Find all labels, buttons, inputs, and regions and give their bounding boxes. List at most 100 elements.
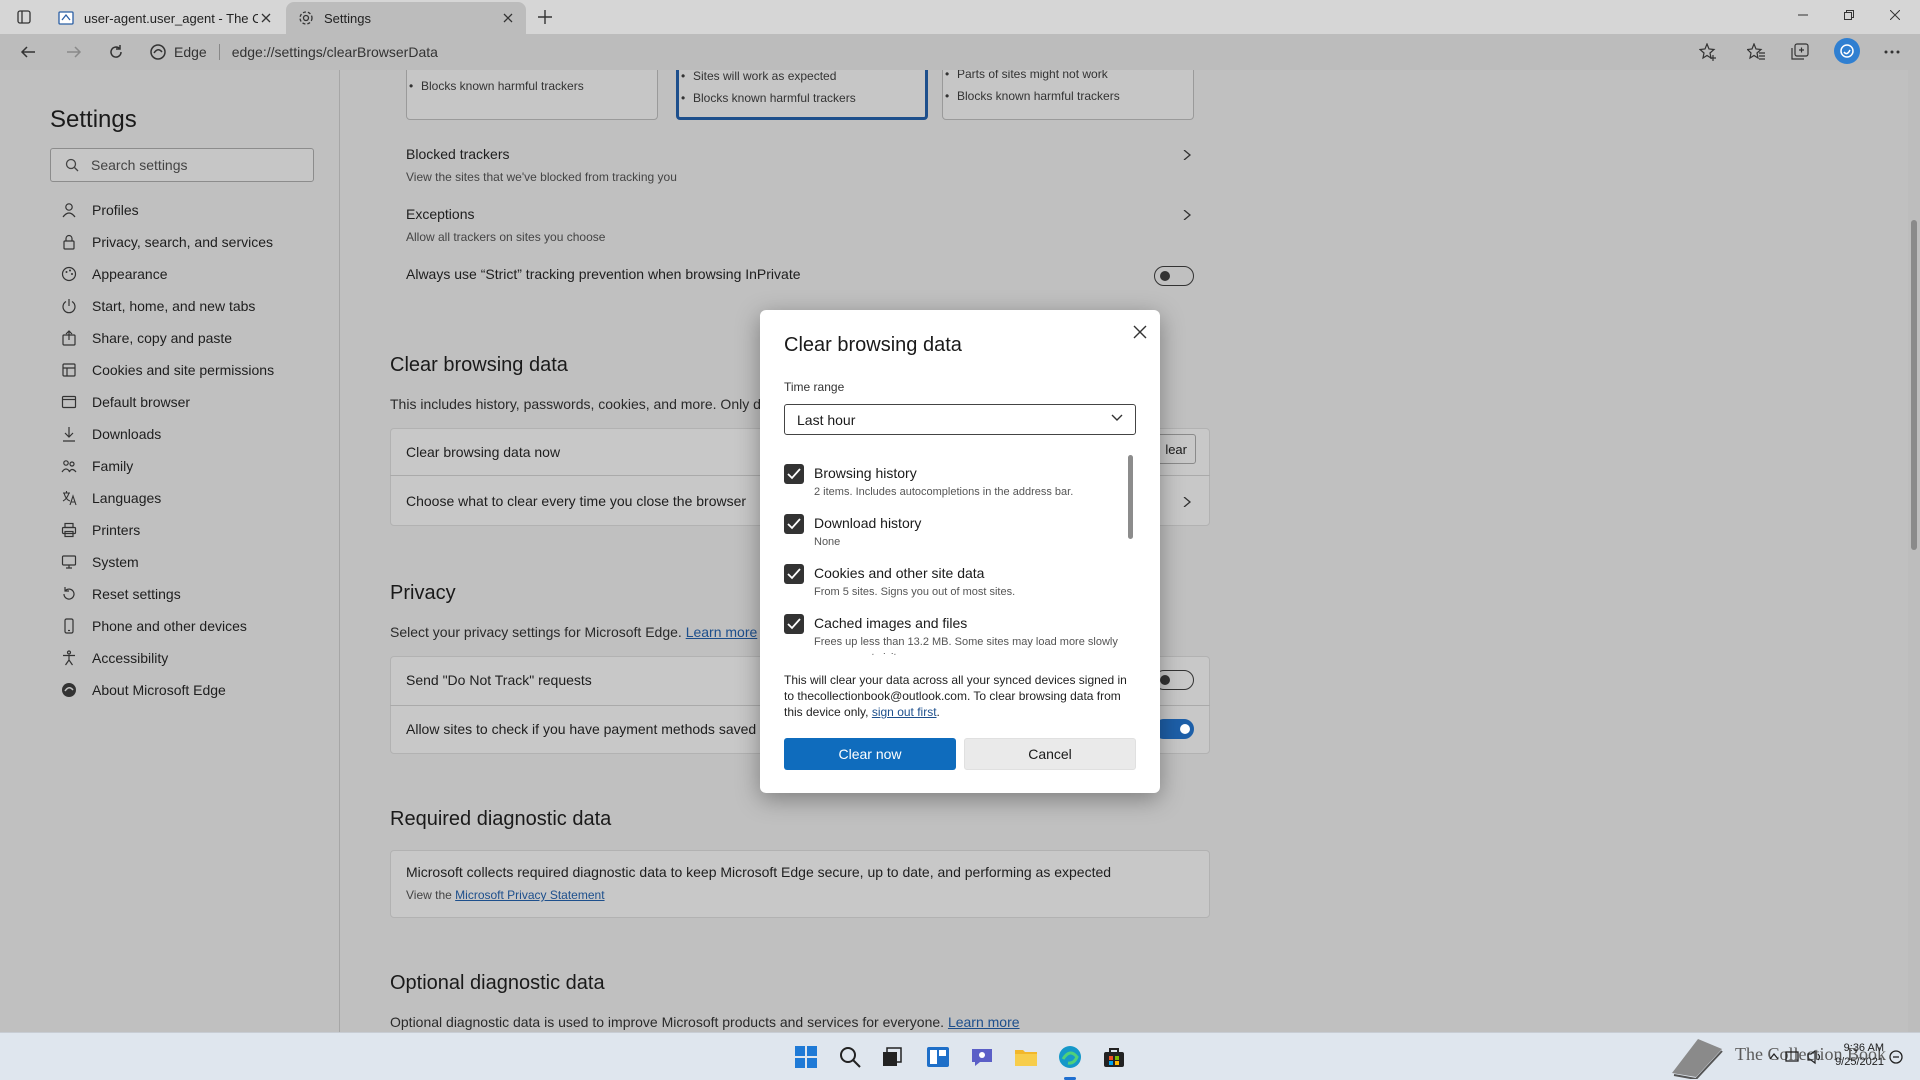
edge-icon	[150, 44, 166, 60]
clock-date: 9/25/2021	[1835, 1056, 1884, 1068]
favorites-icon[interactable]	[1742, 38, 1770, 66]
strict-inprivate-toggle[interactable]	[1154, 266, 1194, 286]
dnt-toggle[interactable]	[1154, 670, 1194, 690]
store-icon[interactable]	[1100, 1043, 1128, 1071]
cancel-button[interactable]: Cancel	[964, 738, 1136, 770]
privacy-description: Select your privacy settings for Microso…	[390, 624, 758, 640]
refresh-icon[interactable]	[102, 38, 130, 66]
languages-icon	[60, 489, 78, 507]
tracking-bullet: Blocks known harmful trackers	[407, 79, 657, 93]
sidebar-item-start-home[interactable]: Start, home, and new tabs	[60, 290, 274, 322]
blocked-trackers-subtitle: View the sites that we've blocked from t…	[406, 170, 677, 184]
option-title: Download history	[814, 515, 922, 531]
search-icon	[65, 158, 79, 172]
close-icon[interactable]	[1128, 320, 1152, 344]
system-icon	[60, 553, 78, 571]
chat-icon[interactable]	[968, 1043, 996, 1071]
tracking-option-balanced[interactable]: Sites will work as expected Blocks known …	[676, 70, 928, 120]
forward-arrow-icon[interactable]	[60, 38, 88, 66]
search-input[interactable]: Search settings	[50, 148, 314, 182]
gear-icon	[299, 11, 313, 25]
sidebar-item-accessibility[interactable]: Accessibility	[60, 642, 274, 674]
restore-icon[interactable]	[1826, 0, 1872, 30]
tab-settings[interactable]: Settings	[286, 2, 526, 34]
sidebar-item-privacy[interactable]: Privacy, search, and services	[60, 226, 274, 258]
tab-user-agent[interactable]: user-agent.user_agent - The Coll	[46, 2, 284, 34]
new-tab-icon[interactable]	[533, 5, 557, 29]
clock[interactable]: 9:36 AM 9/25/2021	[1818, 1041, 1884, 1069]
sidebar-item-reset[interactable]: Reset settings	[60, 578, 274, 610]
edge-taskbar-icon[interactable]	[1056, 1043, 1084, 1071]
close-window-icon[interactable]	[1872, 0, 1918, 30]
tab-actions-icon[interactable]	[10, 5, 38, 29]
reset-icon	[60, 585, 78, 603]
close-tab-icon[interactable]	[258, 10, 274, 26]
sidebar-item-share-copy[interactable]: Share, copy and paste	[60, 322, 274, 354]
learn-more-link[interactable]: Learn more	[948, 1014, 1020, 1030]
chevron-right-icon[interactable]	[1182, 210, 1192, 220]
chevron-right-icon[interactable]	[1182, 150, 1192, 160]
url-text[interactable]: edge://settings/clearBrowserData	[232, 44, 438, 60]
dialog-scrollbar-thumb[interactable]	[1128, 455, 1133, 539]
payment-methods-toggle[interactable]	[1154, 719, 1194, 739]
sidebar-item-cookies[interactable]: Cookies and site permissions	[60, 354, 274, 386]
option-subtitle: From 5 sites. Signs you out of most site…	[814, 586, 1016, 598]
sidebar-item-languages[interactable]: Languages	[60, 482, 274, 514]
required-diagnostic-sub: View the Microsoft Privacy Statement	[406, 888, 605, 902]
payment-methods-label: Allow sites to check if you have payment…	[406, 721, 757, 737]
sidebar-item-printers[interactable]: Printers	[60, 514, 274, 546]
privacy-statement-link[interactable]: Microsoft Privacy Statement	[455, 888, 604, 902]
time-range-select[interactable]: Last hour	[784, 404, 1136, 435]
sidebar-item-about[interactable]: About Microsoft Edge	[60, 674, 274, 706]
learn-more-link[interactable]: Learn more	[686, 624, 758, 640]
file-explorer-icon[interactable]	[1012, 1043, 1040, 1071]
close-tab-icon[interactable]	[500, 10, 516, 26]
more-options-icon[interactable]	[1878, 38, 1906, 66]
checkbox-checked[interactable]	[784, 614, 804, 634]
search-icon[interactable]	[836, 1043, 864, 1071]
tracking-option-strict[interactable]: Parts of sites might not work Blocks know…	[942, 70, 1194, 120]
appearance-icon	[60, 265, 78, 283]
tracking-bullet: Parts of sites might not work	[943, 70, 1193, 81]
sidebar-item-downloads[interactable]: Downloads	[60, 418, 274, 450]
chevron-right-icon[interactable]	[1182, 497, 1192, 507]
collections-icon[interactable]	[1786, 38, 1814, 66]
sidebar-item-appearance[interactable]: Appearance	[60, 258, 274, 290]
checkbox-checked[interactable]	[784, 564, 804, 584]
sidebar-item-default-browser[interactable]: Default browser	[60, 386, 274, 418]
add-favorite-icon[interactable]	[1694, 38, 1722, 66]
sidebar-item-phone[interactable]: Phone and other devices	[60, 610, 274, 642]
checkbox-checked[interactable]	[784, 514, 804, 534]
data-type-list[interactable]: Browsing history 2 items. Includes autoc…	[784, 450, 1136, 655]
task-view-icon[interactable]	[878, 1043, 906, 1071]
site-identity[interactable]: Edge	[150, 44, 207, 60]
scrollbar-thumb[interactable]	[1911, 220, 1917, 550]
choose-on-close-row[interactable]: Choose what to clear every time you clos…	[406, 493, 746, 509]
tracking-option-basic[interactable]: Blocks known harmful trackers	[406, 70, 658, 120]
address-bar[interactable]: Edge edge://settings/clearBrowserData	[150, 38, 1710, 66]
clear-browsing-dialog: Clear browsing data Time range Last hour…	[760, 310, 1160, 793]
page-scrollbar[interactable]	[1908, 70, 1920, 1032]
back-arrow-icon[interactable]	[14, 38, 42, 66]
tracking-bullet: Blocks known harmful trackers	[679, 91, 925, 105]
widgets-icon[interactable]	[924, 1043, 952, 1071]
clear-now-button[interactable]: Clear now	[784, 738, 956, 770]
sign-out-link[interactable]: sign out first	[872, 705, 937, 719]
notification-icon[interactable]	[1888, 1049, 1904, 1065]
option-title: Browsing history	[814, 465, 917, 481]
blocked-trackers-title[interactable]: Blocked trackers	[406, 146, 509, 162]
option-subtitle: Frees up less than 13.2 MB. Some sites m…	[814, 636, 1118, 655]
site-label: Edge	[174, 44, 207, 60]
time-range-value: Last hour	[797, 411, 856, 428]
sidebar-item-profiles[interactable]: Profiles	[60, 194, 274, 226]
accessibility-icon	[60, 649, 78, 667]
checkbox-checked[interactable]	[784, 464, 804, 484]
browser-toolbar: Edge edge://settings/clearBrowserData	[0, 34, 1920, 70]
sidebar-item-family[interactable]: Family	[60, 450, 274, 482]
sidebar-item-system[interactable]: System	[60, 546, 274, 578]
printer-icon	[60, 521, 78, 539]
exceptions-title[interactable]: Exceptions	[406, 206, 474, 222]
minimize-icon[interactable]	[1780, 0, 1826, 30]
avatar[interactable]	[1834, 38, 1860, 64]
windows-start-icon[interactable]	[792, 1043, 820, 1071]
